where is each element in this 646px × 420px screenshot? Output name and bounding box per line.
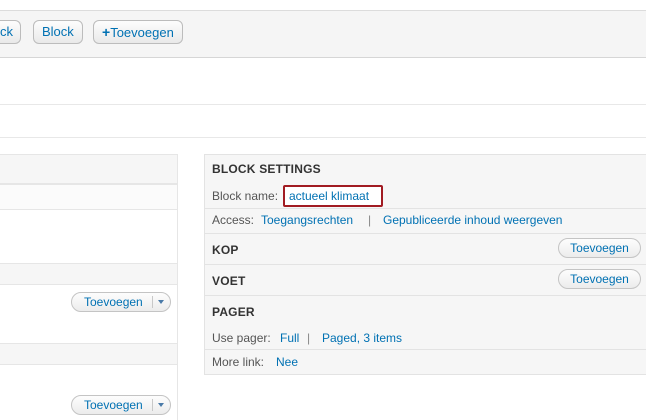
left-column-band: [0, 263, 177, 285]
dropdown-separator: [152, 296, 153, 308]
access-published-content-link[interactable]: Gepubliceerde inhoud weergeven: [383, 213, 562, 227]
paged-items-link[interactable]: Paged, 3 items: [322, 331, 402, 345]
block-button-label: Block: [42, 24, 74, 39]
divider: [0, 137, 646, 138]
add-dropdown-button[interactable]: Toevoegen: [71, 292, 171, 312]
add-button[interactable]: +Toevoegen: [93, 20, 183, 44]
left-column-border: [177, 154, 178, 420]
block-button[interactable]: Block: [33, 20, 83, 44]
block-name-label: Block name:: [212, 189, 279, 203]
partial-button-label: ck: [0, 24, 13, 39]
left-column-subheader: [0, 184, 177, 210]
add-dropdown-label: Toevoegen: [84, 398, 143, 412]
chevron-down-icon[interactable]: [158, 300, 164, 304]
add-dropdown-button[interactable]: Toevoegen: [71, 395, 171, 415]
block-settings-title: BLOCK SETTINGS: [212, 162, 321, 176]
pager-separator: |: [307, 331, 311, 345]
add-button-label: Toevoegen: [110, 25, 174, 40]
left-column-header: [0, 154, 177, 184]
add-dropdown-label: Toevoegen: [84, 295, 143, 309]
kop-add-label: Toevoegen: [570, 241, 629, 255]
use-pager-full-link[interactable]: Full: [280, 331, 299, 345]
voet-add-label: Toevoegen: [570, 272, 629, 286]
divider: [205, 349, 646, 350]
divider: [0, 104, 646, 105]
kop-add-button[interactable]: Toevoegen: [558, 238, 641, 258]
voet-add-button[interactable]: Toevoegen: [558, 269, 641, 289]
access-label: Access:: [212, 213, 255, 227]
more-link-value[interactable]: Nee: [276, 355, 298, 369]
block-name-highlight[interactable]: actueel klimaat: [283, 185, 383, 207]
divider: [205, 295, 646, 296]
use-pager-label: Use pager:: [212, 331, 271, 345]
divider: [205, 233, 646, 234]
dropdown-separator: [152, 399, 153, 411]
access-separator: |: [368, 213, 372, 227]
more-link-label: More link:: [212, 355, 265, 369]
left-column-band: [0, 343, 177, 365]
chevron-down-icon[interactable]: [158, 403, 164, 407]
divider: [205, 264, 646, 265]
divider: [205, 208, 646, 209]
partial-button[interactable]: ck: [0, 20, 21, 44]
kop-title: KOP: [212, 243, 239, 257]
plus-icon: +: [102, 24, 111, 40]
access-permissions-link[interactable]: Toegangsrechten: [261, 213, 353, 227]
voet-title: VOET: [212, 274, 246, 288]
pager-title: PAGER: [212, 305, 255, 319]
block-name-link[interactable]: actueel klimaat: [289, 189, 369, 203]
